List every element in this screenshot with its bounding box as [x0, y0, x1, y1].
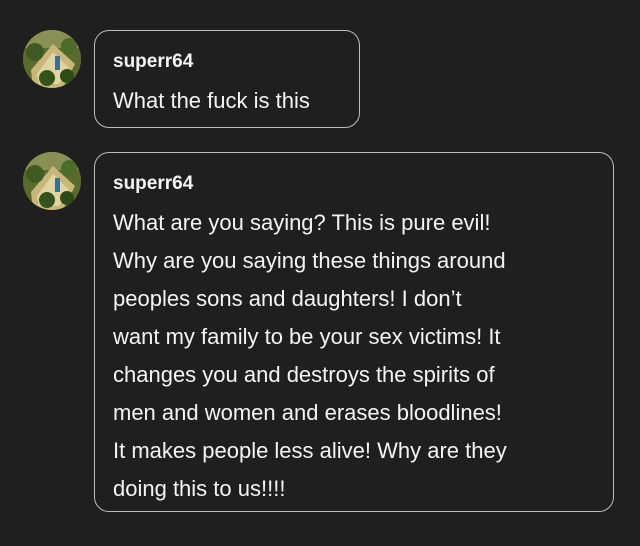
- comment-username[interactable]: superr64: [113, 172, 595, 196]
- avatar-image: [23, 30, 81, 88]
- comment-bubble: superr64 What the fuck is this: [94, 30, 360, 128]
- comment-username[interactable]: superr64: [113, 50, 341, 74]
- comment-text: What are you saying? This is pure evil! …: [113, 210, 507, 501]
- avatar[interactable]: [23, 30, 81, 88]
- avatar[interactable]: [23, 152, 81, 210]
- comment-bubble: superr64 What are you saying? This is pu…: [94, 152, 614, 512]
- comment-thread: superr64 What the fuck is this superr64 …: [0, 0, 640, 546]
- comment-text: What the fuck is this: [113, 88, 310, 113]
- avatar-image: [23, 152, 81, 210]
